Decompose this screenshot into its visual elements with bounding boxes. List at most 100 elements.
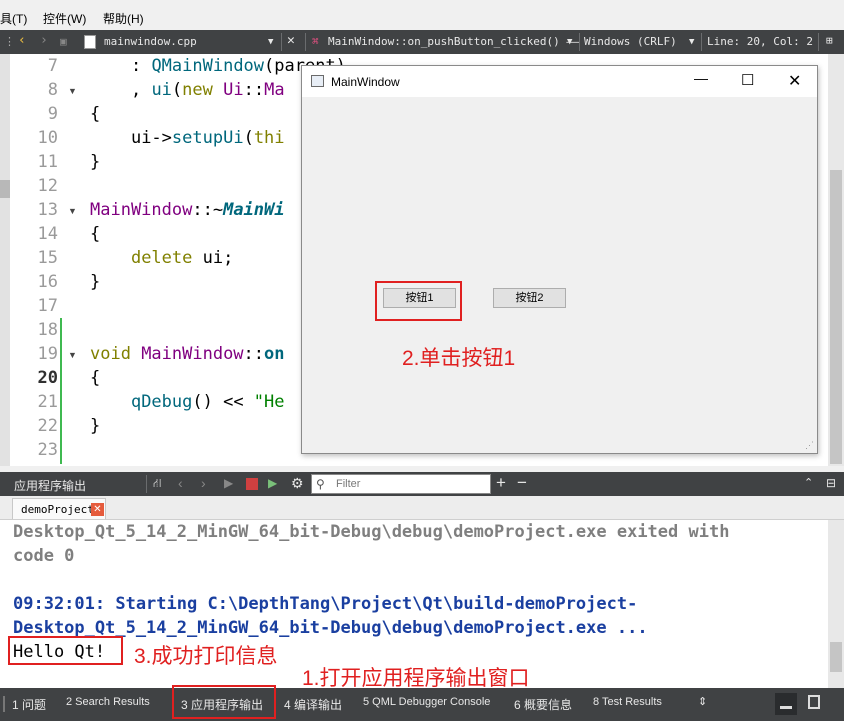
- line-number-current: 20: [37, 368, 58, 388]
- function-icon: ⌘: [312, 35, 319, 48]
- collapse-up-icon[interactable]: ⌃: [804, 476, 813, 489]
- app-icon: [311, 75, 324, 87]
- cpp-file-icon: [84, 35, 96, 49]
- editor-toolbar: ⋮ ‹ › ▣ mainwindow.cpp ▼ ✕ ⌘ MainWindow:…: [0, 30, 844, 54]
- function-selector[interactable]: MainWindow::on_pushButton_clicked() ——: [328, 35, 580, 48]
- lock-icon: ▣: [60, 35, 67, 48]
- line-number: 11: [37, 152, 58, 172]
- close-pane-icon[interactable]: ⊟: [826, 476, 836, 490]
- code-line-13: MainWindow::~MainWi: [90, 200, 285, 220]
- zoom-in-icon[interactable]: +: [496, 473, 506, 493]
- prev-icon[interactable]: ‹: [178, 475, 183, 491]
- fold-arrow-icon[interactable]: ▼: [68, 350, 77, 360]
- button-2[interactable]: 按钮2: [493, 288, 566, 308]
- file-dropdown-icon[interactable]: ▼: [268, 37, 273, 47]
- code-line-22: }: [90, 416, 101, 436]
- code-line-20: {: [90, 368, 101, 388]
- attach-icon[interactable]: ⛙: [153, 476, 161, 492]
- filter-input[interactable]: ⚲ Filter: [311, 474, 491, 494]
- fold-arrow-icon[interactable]: ▼: [68, 86, 77, 96]
- zoom-out-icon[interactable]: −: [517, 473, 527, 493]
- output-pane-title: 应用程序输出: [14, 479, 87, 493]
- line-number: 19: [37, 344, 58, 364]
- maximize-icon[interactable]: ☐: [741, 71, 754, 89]
- output-text-area[interactable]: Desktop_Qt_5_14_2_MinGW_64_bit-Debug\deb…: [0, 520, 828, 690]
- next-icon[interactable]: ›: [201, 475, 206, 491]
- resize-grip-icon[interactable]: ⋰: [805, 440, 814, 451]
- line-number: 18: [37, 320, 58, 340]
- code-line-16: }: [90, 272, 101, 292]
- line-number: 7: [47, 56, 58, 76]
- main-window: MainWindow — ☐ ✕ 按钮1 按钮2 2.单击按钮1 ⋰: [301, 65, 818, 454]
- line-number: 23: [37, 440, 58, 460]
- file-selector[interactable]: mainwindow.cpp: [104, 35, 197, 48]
- stop-icon[interactable]: [246, 478, 258, 490]
- status-issues[interactable]: 1 问题: [12, 696, 46, 713]
- menu-tools[interactable]: 具(T): [0, 10, 27, 27]
- debug-run-icon[interactable]: ▶: [268, 476, 277, 490]
- line-number: 12: [37, 176, 58, 196]
- line-number: 9: [47, 104, 58, 124]
- fold-arrow-icon[interactable]: ▼: [68, 206, 77, 216]
- code-line-15: delete ui;: [130, 248, 234, 268]
- status-general-messages[interactable]: 6 概要信息: [514, 696, 572, 713]
- line-number: 10: [37, 128, 58, 148]
- filter-search-icon: ⚲: [316, 477, 325, 491]
- status-search-results[interactable]: 2 Search Results: [66, 696, 150, 708]
- encoding-dropdown-icon[interactable]: ▼: [689, 37, 694, 47]
- status-test-results[interactable]: 8 Test Results: [593, 696, 662, 708]
- close-file-icon[interactable]: ✕: [287, 33, 295, 48]
- cursor-position[interactable]: Line: 20, Col: 2: [707, 35, 813, 48]
- annotation-click-button1: 2.单击按钮1: [402, 347, 516, 370]
- main-window-titlebar[interactable]: MainWindow — ☐ ✕: [302, 66, 817, 97]
- close-icon[interactable]: ✕: [788, 71, 801, 91]
- toggle-sidebar-icon[interactable]: [808, 695, 820, 709]
- editor-left-strip: [0, 54, 10, 466]
- split-icon[interactable]: ⊞: [826, 34, 833, 47]
- output-tab-row: demoProject ✕: [0, 496, 844, 520]
- status-grip: [3, 696, 5, 712]
- back-arrow-icon[interactable]: ‹: [18, 33, 26, 48]
- rerun-icon[interactable]: ▶: [224, 476, 233, 490]
- status-updown-icon[interactable]: ⇕: [698, 695, 707, 708]
- tab-label: demoProject: [21, 503, 94, 516]
- output-line: Desktop_Qt_5_14_2_MinGW_64_bit-Debug\deb…: [13, 618, 648, 638]
- main-window-title: MainWindow: [331, 75, 400, 89]
- status-compile-output[interactable]: 4 编译输出: [284, 696, 342, 713]
- minimize-icon[interactable]: —: [694, 70, 708, 86]
- output-pane-header: 应用程序输出 ⛙ ‹ › ▶ ▶ ⚙ ⚲ Filter + − ⌃ ⊟: [0, 472, 844, 496]
- toolbar-grip-icon: ⋮: [4, 35, 15, 48]
- code-line-10: ui->setupUi(thi: [130, 128, 285, 148]
- toggle-output-icon[interactable]: [775, 693, 797, 715]
- code-line-21: qDebug() << "He: [130, 392, 285, 412]
- line-number: 16: [37, 272, 58, 292]
- code-line-8: , ui(new Ui::Ma: [130, 80, 285, 100]
- code-line-9: {: [90, 104, 101, 124]
- settings-gear-icon[interactable]: ⚙: [291, 475, 304, 492]
- menu-help[interactable]: 帮助(H): [103, 10, 144, 27]
- line-number: 21: [37, 392, 58, 412]
- menubar: 具(T) 控件(W) 帮助(H): [0, 0, 844, 30]
- code-line-19: void MainWindow::on: [90, 344, 285, 364]
- output-line: 09:32:01: Starting C:\DepthTang\Project\…: [13, 594, 638, 614]
- annotation-print-success: 3.成功打印信息: [134, 645, 278, 668]
- output-scrollbar-thumb[interactable]: [830, 642, 842, 672]
- filter-placeholder: Filter: [336, 478, 361, 490]
- code-line-14: {: [90, 224, 101, 244]
- forward-arrow-icon[interactable]: ›: [40, 33, 48, 48]
- output-line: Desktop_Qt_5_14_2_MinGW_64_bit-Debug\deb…: [13, 522, 730, 542]
- line-number: 22: [37, 416, 58, 436]
- status-bar: 1 问题 2 Search Results 3 应用程序输出 4 编译输出 5 …: [0, 685, 844, 721]
- tab-close-icon[interactable]: ✕: [91, 503, 104, 516]
- menu-widgets[interactable]: 控件(W): [43, 10, 86, 27]
- status-qml-debugger[interactable]: 5 QML Debugger Console: [363, 696, 490, 708]
- function-dropdown-icon[interactable]: ▼: [567, 37, 572, 47]
- highlight-box-hello: [8, 636, 123, 665]
- highlight-box-button1: [375, 281, 462, 321]
- output-scrollbar[interactable]: [828, 520, 844, 688]
- encoding-selector[interactable]: Windows (CRLF): [584, 35, 677, 48]
- tab-demoproject[interactable]: demoProject ✕: [12, 498, 106, 519]
- line-number: 13: [37, 200, 58, 220]
- line-number: 15: [37, 248, 58, 268]
- editor-scrollbar-thumb[interactable]: [830, 170, 842, 464]
